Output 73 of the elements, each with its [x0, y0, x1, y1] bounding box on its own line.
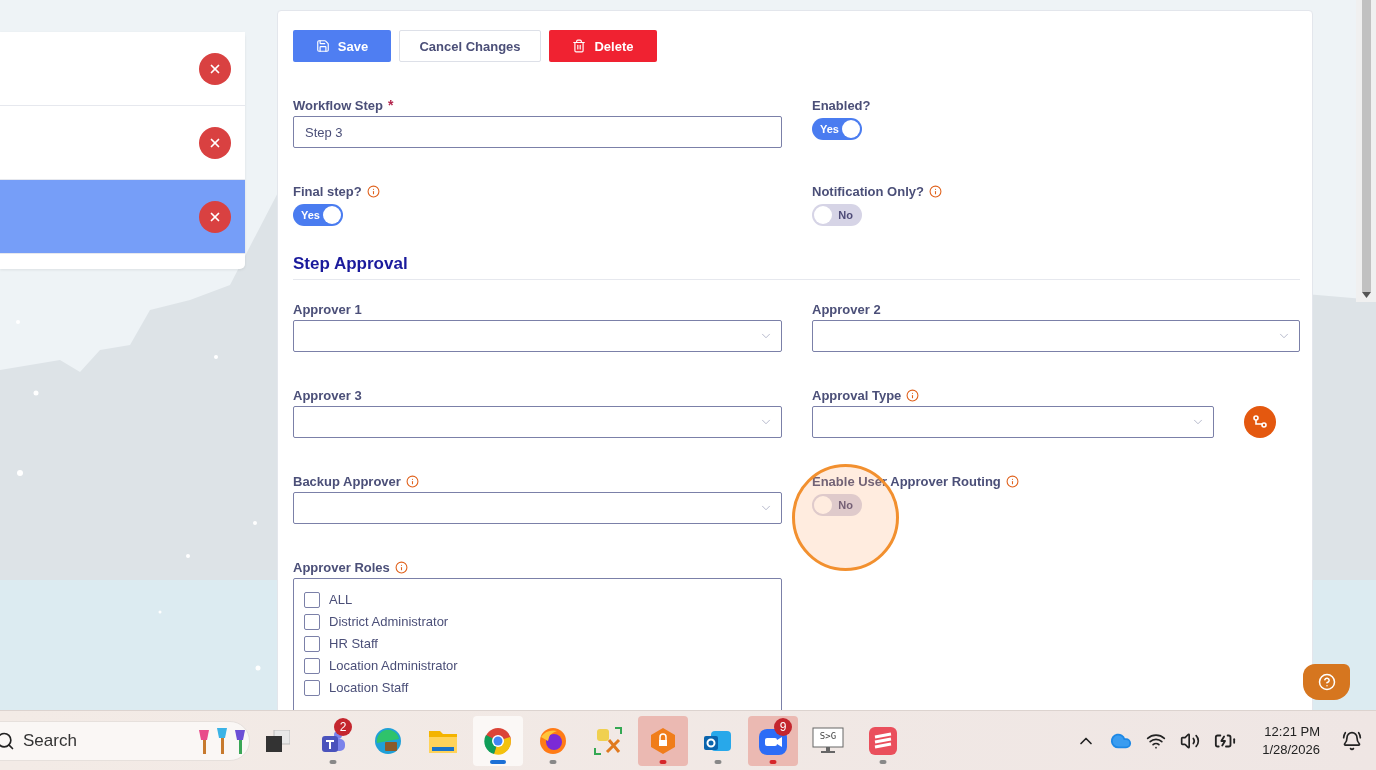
- field-label: Backup Approver: [293, 473, 401, 489]
- info-icon[interactable]: [1005, 474, 1019, 488]
- remove-button[interactable]: [199, 200, 231, 233]
- app-icon: [868, 725, 898, 756]
- dropdown-field[interactable]: [812, 320, 1300, 352]
- field-label: Notification Only?: [812, 183, 924, 199]
- role-option[interactable]: HR Staff: [304, 635, 771, 652]
- notification-badge: 2: [334, 717, 352, 736]
- dropdown-field[interactable]: [812, 406, 1214, 438]
- required-mark: *: [388, 97, 394, 113]
- checkbox[interactable]: [304, 635, 320, 652]
- monitor-icon: [812, 726, 844, 755]
- role-option[interactable]: ALL: [304, 591, 771, 608]
- dropdown-field[interactable]: [293, 320, 782, 352]
- checkbox[interactable]: [304, 613, 320, 630]
- role-option[interactable]: Location Administrator: [304, 657, 771, 674]
- fox-browser-icon: [539, 726, 567, 755]
- search-icon: [0, 730, 15, 751]
- info-icon[interactable]: [906, 388, 920, 402]
- remove-button[interactable]: [199, 126, 231, 159]
- cancel-button[interactable]: Cancel Changes: [399, 30, 541, 62]
- trash-icon: [572, 39, 587, 53]
- checkbox[interactable]: [304, 679, 320, 696]
- taskbar-app[interactable]: S>G: [803, 715, 853, 766]
- browser-icon: [484, 726, 512, 755]
- tools-icon: [593, 725, 623, 756]
- search-placeholder: Search: [23, 730, 78, 751]
- toggle-switch[interactable]: No: [812, 204, 862, 226]
- taskbar-app[interactable]: [473, 715, 523, 766]
- toggle-switch[interactable]: Yes: [293, 204, 343, 226]
- field-label: Workflow Step: [293, 97, 384, 113]
- task-view-icon: [266, 729, 290, 752]
- delete-button[interactable]: Delete: [549, 30, 657, 62]
- field-label: Approver 3: [293, 387, 362, 403]
- field-label: Approver 2: [812, 301, 881, 317]
- notification-badge: 9: [774, 717, 792, 736]
- info-icon[interactable]: [366, 184, 380, 198]
- globe-icon: [374, 726, 402, 755]
- route-icon: [1253, 415, 1267, 429]
- field-label: Enabled?: [812, 97, 871, 113]
- notification-bell-icon[interactable]: [1342, 730, 1362, 751]
- cloud-lock-icon: [649, 726, 677, 755]
- info-icon[interactable]: [394, 560, 408, 574]
- remove-button[interactable]: [199, 52, 231, 85]
- role-option[interactable]: District Administrator: [304, 613, 771, 630]
- scrollbar[interactable]: [1356, 0, 1376, 302]
- role-option[interactable]: Location Staff: [304, 679, 771, 696]
- dropdown-field[interactable]: [293, 492, 782, 524]
- info-icon[interactable]: [928, 184, 942, 198]
- field-label: Final step?: [293, 183, 362, 199]
- section-heading: Step Approval: [293, 254, 1300, 280]
- dropdown-field[interactable]: [293, 406, 782, 438]
- monitor-label: S>G: [818, 730, 838, 741]
- route-button[interactable]: [1244, 406, 1276, 438]
- checkbox[interactable]: [304, 591, 320, 608]
- field-label: Approver Roles: [293, 559, 390, 575]
- volume-icon[interactable]: [1180, 730, 1201, 751]
- clock[interactable]: 12:21 PM 1/28/2026: [1262, 724, 1320, 757]
- info-icon[interactable]: [405, 474, 419, 488]
- toggle-switch[interactable]: No: [812, 494, 862, 516]
- step-row[interactable]: [0, 106, 245, 180]
- field-label: Approval Type: [812, 387, 902, 403]
- field-label: Approver 1: [293, 301, 362, 317]
- toggle-switch[interactable]: Yes: [812, 118, 862, 140]
- step-row[interactable]: [0, 32, 245, 106]
- search-field[interactable]: Search: [0, 720, 250, 761]
- text-field[interactable]: Step 3: [293, 116, 782, 148]
- taskbar-app[interactable]: 2: [308, 715, 358, 766]
- taskbar-app[interactable]: 9: [748, 715, 798, 766]
- save-button[interactable]: Save: [293, 30, 391, 62]
- help-icon: [1317, 673, 1336, 691]
- help-button[interactable]: [1303, 664, 1350, 700]
- checkbox[interactable]: [304, 657, 320, 674]
